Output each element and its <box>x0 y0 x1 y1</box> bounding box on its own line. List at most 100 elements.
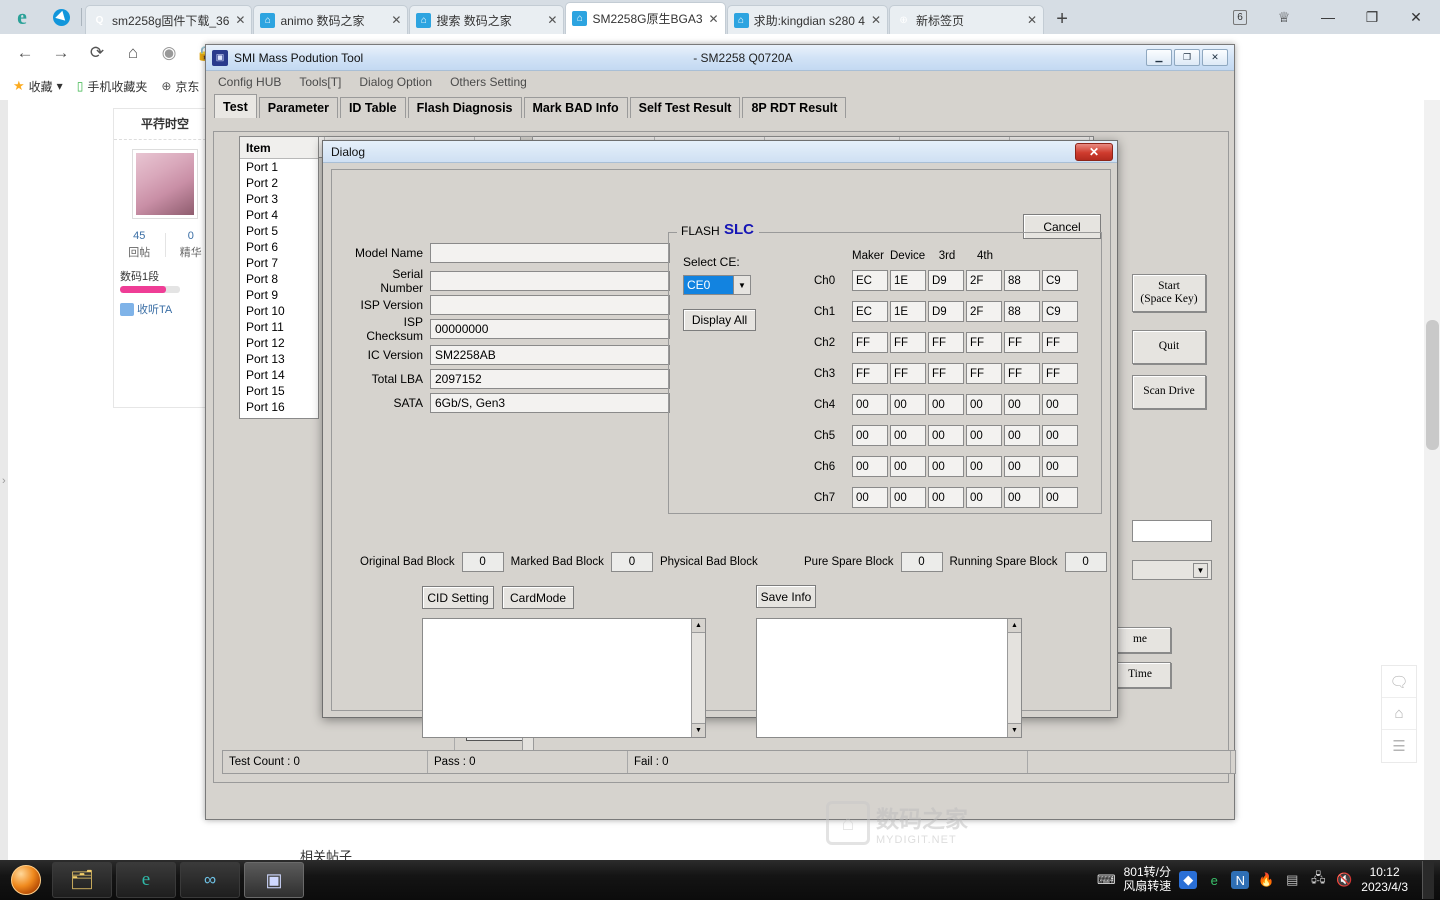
flash-id-cell[interactable]: 00 <box>928 456 964 477</box>
list-item[interactable]: Port 5 <box>240 223 318 239</box>
partial-name-button[interactable]: me <box>1109 627 1171 653</box>
browser-tab-4[interactable]: ⌂ 求助:kingdian s280 4 ✕ <box>726 5 889 34</box>
network-icon[interactable]: 🖧 <box>1309 870 1327 889</box>
browser-tab-1[interactable]: ⌂ animo 数码之家 ✕ <box>253 5 409 34</box>
bookmark-favorites[interactable]: ★ 收藏 ▾ <box>8 78 68 95</box>
flash-id-cell[interactable]: 1E <box>890 301 926 322</box>
flash-id-cell[interactable]: 2F <box>966 270 1002 291</box>
drive-icon[interactable]: ▤ <box>1283 871 1301 889</box>
minimize-button[interactable]: — <box>1306 0 1350 34</box>
tab-test[interactable]: Test <box>214 94 257 118</box>
list-item[interactable]: Port 11 <box>240 319 318 335</box>
browser-tab-5[interactable]: ⊕ 新标签页 ✕ <box>889 5 1045 34</box>
list-item[interactable]: Port 13 <box>240 351 318 367</box>
sata-input[interactable]: 6Gb/S, Gen3 <box>430 392 670 413</box>
show-desktop-button[interactable] <box>1422 861 1434 899</box>
flash-id-cell[interactable]: D9 <box>928 301 964 322</box>
flash-id-cell[interactable]: 00 <box>1004 394 1040 415</box>
flash-id-cell[interactable]: 00 <box>890 425 926 446</box>
tab-flash-diagnosis[interactable]: Flash Diagnosis <box>407 97 522 118</box>
list-item[interactable]: Port 3 <box>240 191 318 207</box>
smi-close-button[interactable]: ✕ <box>1202 49 1228 66</box>
flash-id-cell[interactable]: 00 <box>1042 425 1078 446</box>
volume-muted-icon[interactable]: 🔇 <box>1335 871 1353 889</box>
list-item[interactable]: Port 6 <box>240 239 318 255</box>
menu-dialog-option[interactable]: Dialog Option <box>359 75 432 89</box>
flash-id-cell[interactable]: FF <box>928 363 964 384</box>
list-item[interactable]: Port 16 <box>240 399 318 415</box>
left-log-scrollbar[interactable]: ▲ ▼ <box>691 619 705 737</box>
flash-id-cell[interactable]: 00 <box>928 394 964 415</box>
flash-id-cell[interactable]: FF <box>1042 332 1078 353</box>
browser-tab-2[interactable]: ⌂ 搜索 数码之家 ✕ <box>409 5 565 34</box>
list-item[interactable]: Port 1 <box>240 159 318 175</box>
flash-id-cell[interactable]: 00 <box>1004 487 1040 508</box>
flash-id-cell[interactable]: 00 <box>1042 487 1078 508</box>
cid-setting-button[interactable]: CID Setting <box>422 586 494 609</box>
tab-close-icon[interactable]: ✕ <box>709 12 719 26</box>
taskbar-chain-app[interactable]: ∞ <box>180 862 240 898</box>
scan-drive-button[interactable]: Scan Drive <box>1132 375 1206 409</box>
flash-id-cell[interactable]: D9 <box>928 270 964 291</box>
chevron-down-icon[interactable]: ▼ <box>1193 562 1208 578</box>
page-scrollbar[interactable] <box>1424 100 1440 860</box>
flash-id-cell[interactable]: 00 <box>890 394 926 415</box>
partial-time-button[interactable]: Time <box>1109 662 1171 688</box>
list-item[interactable]: Port 8 <box>240 271 318 287</box>
flash-id-cell[interactable]: FF <box>890 332 926 353</box>
chevron-down-icon[interactable]: ▾ <box>57 79 63 93</box>
card-mode-button[interactable]: CardMode <box>502 586 574 609</box>
save-info-button[interactable]: Save Info <box>756 585 816 608</box>
flash-id-cell[interactable]: EC <box>852 301 888 322</box>
menu-others-setting[interactable]: Others Setting <box>450 75 527 89</box>
scroll-down-icon[interactable]: ▼ <box>1008 723 1021 737</box>
smi-minimize-button[interactable]: ▁ <box>1146 49 1172 66</box>
flash-id-cell[interactable]: FF <box>852 332 888 353</box>
flash-id-cell[interactable]: 00 <box>966 425 1002 446</box>
pure-spare-block-value[interactable]: 0 <box>900 552 943 572</box>
flash-id-cell[interactable]: 00 <box>852 394 888 415</box>
flash-id-cell[interactable]: 00 <box>890 456 926 477</box>
right-dropdown[interactable]: ▼ <box>1132 560 1212 580</box>
comment-icon[interactable]: 🗨 <box>1382 666 1416 698</box>
dialog-close-button[interactable]: ✕ <box>1075 143 1113 161</box>
tab-id-table[interactable]: ID Table <box>339 97 406 118</box>
flash-id-cell[interactable]: 88 <box>1004 301 1040 322</box>
avatar[interactable] <box>132 149 198 219</box>
flash-id-cell[interactable]: C9 <box>1042 270 1078 291</box>
flash-id-cell[interactable]: 00 <box>966 394 1002 415</box>
right-log-textarea[interactable]: ▲ ▼ <box>756 618 1022 738</box>
list-item[interactable]: Port 10 <box>240 303 318 319</box>
scroll-down-icon[interactable]: ▼ <box>692 723 705 737</box>
flash-id-cell[interactable]: 00 <box>928 425 964 446</box>
browser-tab-0[interactable]: Q sm2258g固件下载_36 ✕ <box>85 5 253 34</box>
flash-id-cell[interactable]: 00 <box>1004 456 1040 477</box>
tab-close-icon[interactable]: ✕ <box>391 13 401 27</box>
flash-id-cell[interactable]: C9 <box>1042 301 1078 322</box>
flash-id-cell[interactable]: FF <box>1042 363 1078 384</box>
bookmark-mobile[interactable]: ▯ 手机收藏夹 <box>72 78 153 95</box>
scroll-up-icon[interactable]: ▲ <box>692 619 705 633</box>
flash-id-cell[interactable]: 00 <box>928 487 964 508</box>
close-button[interactable]: ✕ <box>1394 0 1438 34</box>
flash-id-cell[interactable]: 00 <box>1004 425 1040 446</box>
list-item[interactable]: Port 12 <box>240 335 318 351</box>
tab-mark-bad-info[interactable]: Mark BAD Info <box>523 97 628 118</box>
list-item[interactable]: Port 9 <box>240 287 318 303</box>
select-ce-dropdown[interactable]: CE0 ▼ <box>683 275 751 295</box>
diamond-icon[interactable]: ◆ <box>1179 871 1198 889</box>
quit-button[interactable]: Quit <box>1132 330 1206 364</box>
tab-close-icon[interactable]: ✕ <box>871 13 881 27</box>
browser-tab-3[interactable]: ⌂ SM2258G原生BGA3 ✕ <box>565 2 726 34</box>
ic-version-input[interactable]: SM2258AB <box>430 344 670 365</box>
serial-number-input[interactable] <box>430 270 670 291</box>
flash-id-cell[interactable]: FF <box>890 363 926 384</box>
taskbar-explorer[interactable]: 🗂 <box>52 862 112 898</box>
original-bad-block-value[interactable]: 0 <box>461 552 504 572</box>
flash-id-cell[interactable]: FF <box>966 363 1002 384</box>
tab-close-icon[interactable]: ✕ <box>547 13 557 27</box>
start-button[interactable] <box>4 862 48 898</box>
flash-id-cell[interactable]: FF <box>966 332 1002 353</box>
flash-id-cell[interactable]: 00 <box>966 487 1002 508</box>
right-text-input[interactable] <box>1132 520 1212 542</box>
